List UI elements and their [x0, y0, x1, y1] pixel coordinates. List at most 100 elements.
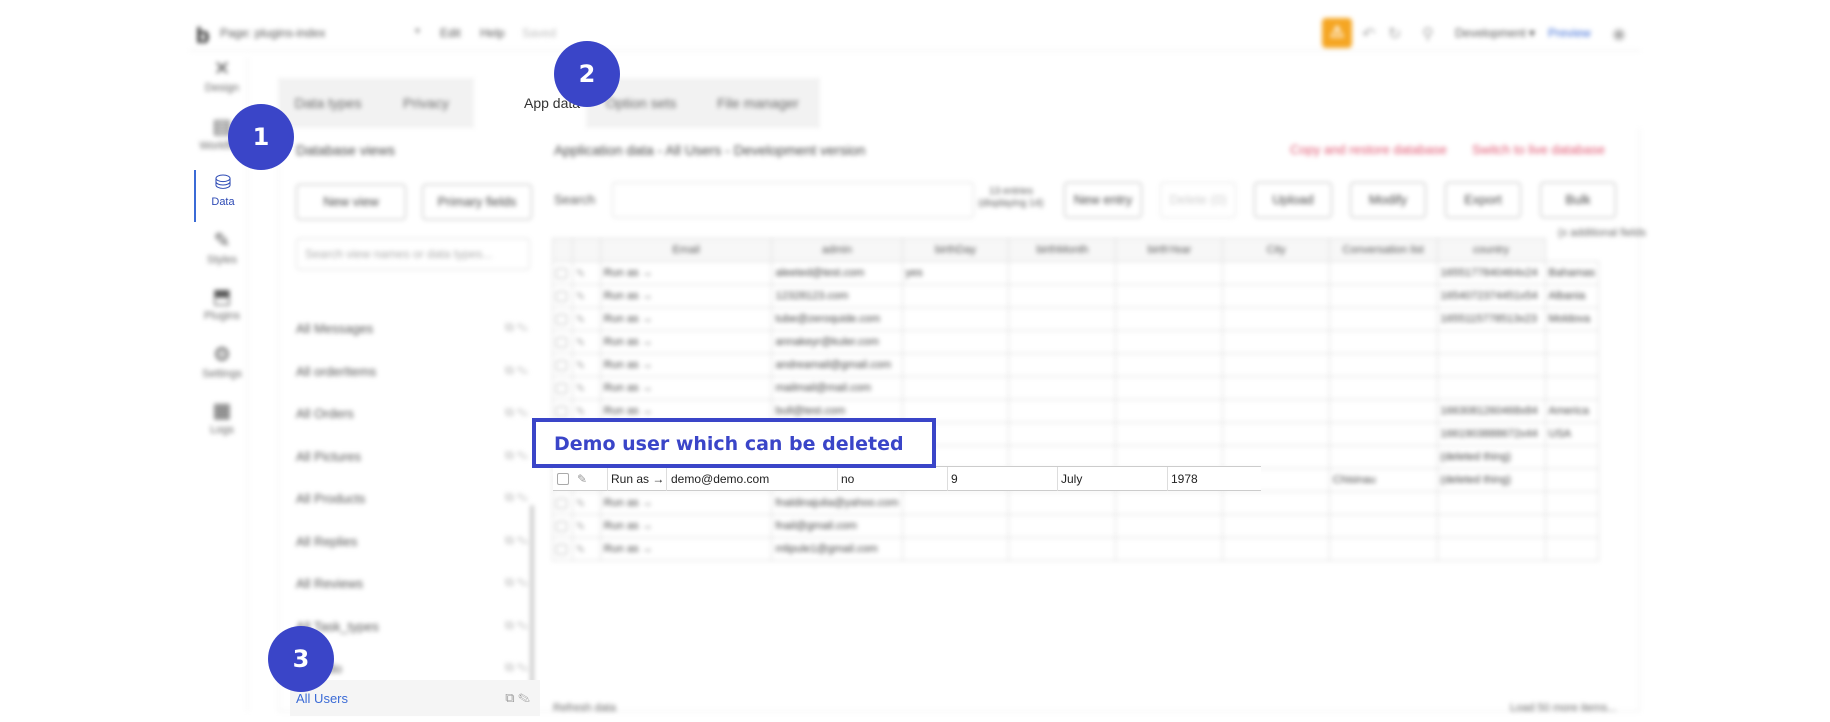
row-checkbox[interactable] [557, 473, 569, 485]
row-checkbox-cell[interactable] [552, 307, 573, 331]
modify-button[interactable]: Modify [1350, 182, 1426, 218]
page-selector[interactable]: Page: plugins-index ▾ [220, 26, 420, 40]
help-menu[interactable]: Help [480, 26, 505, 40]
redo-icon[interactable]: ↻ [1388, 24, 1401, 44]
run-as-link[interactable]: Run as → [599, 537, 773, 561]
edit-pencil-icon[interactable]: ✎ [576, 268, 585, 280]
new-view-button[interactable]: New view [296, 184, 406, 220]
row-checkbox[interactable] [556, 290, 567, 302]
copy-edit-icon[interactable]: ⧉ ✎ [505, 618, 528, 633]
row-checkbox-cell[interactable] [552, 330, 573, 354]
row-checkbox-cell[interactable] [552, 514, 573, 538]
column-header[interactable]: City [1222, 238, 1330, 262]
column-header[interactable]: country [1436, 238, 1546, 262]
copy-edit-icon[interactable]: ⧉ ✎ [505, 575, 528, 590]
nav-item-plugins[interactable]: ⬒ Plugins [194, 284, 250, 336]
edit-pencil-icon[interactable]: ✎ [576, 544, 585, 556]
row-edit-cell[interactable]: ✎ [571, 514, 601, 538]
column-header[interactable]: Conversation list [1328, 238, 1438, 262]
run-as-link[interactable]: Run as → [599, 491, 773, 515]
view-item[interactable]: All Messages ⧉ ✎ [296, 308, 532, 350]
tab-privacy[interactable]: Privacy [378, 78, 474, 128]
views-scrollbar[interactable] [530, 505, 534, 705]
table-row[interactable]: ✎ Run as → aleeted@test.com yes 165517784046… [552, 261, 1600, 285]
bulk-button[interactable]: Bulk [1540, 182, 1616, 218]
upgrade-button[interactable]: ⚠ [1322, 18, 1352, 48]
edit-pencil-icon[interactable]: ✎ [576, 406, 585, 418]
row-edit-cell[interactable]: ✎ [571, 537, 601, 561]
copy-edit-icon[interactable]: ⧉ ✎ [505, 363, 528, 378]
copy-edit-icon[interactable]: ⧉ ✎ [505, 533, 528, 548]
copy-edit-icon[interactable]: ⧉ ✎ [505, 320, 528, 335]
view-item[interactable]: All Reviews ⧉ ✎ [296, 563, 532, 605]
column-header[interactable]: Email [599, 238, 773, 262]
row-edit-cell[interactable]: ✎ [571, 284, 601, 308]
row-checkbox-cell[interactable] [552, 261, 573, 285]
row-edit-cell[interactable]: ✎ [571, 307, 601, 331]
run-as-link[interactable]: Run as → [599, 330, 773, 354]
edit-pencil-icon[interactable]: ✎ [576, 521, 585, 533]
row-checkbox-cell[interactable] [552, 491, 573, 515]
upload-button[interactable]: Upload [1254, 182, 1332, 218]
view-search-input[interactable]: Search view names or data types... [296, 238, 530, 270]
table-row[interactable]: ✎ Run as → mailmail@mail.com [552, 376, 1600, 400]
row-checkbox[interactable] [556, 336, 567, 348]
export-button[interactable]: Export [1445, 182, 1521, 218]
view-item[interactable]: All Pictures ⧉ ✎ [296, 436, 532, 478]
load-more-link[interactable]: Load 50 more items... [1510, 702, 1616, 714]
view-item[interactable]: All orderItems ⧉ ✎ [296, 351, 532, 393]
edit-pencil-icon[interactable]: ✎ [577, 472, 587, 486]
environment-select[interactable]: Development ▾ [1455, 26, 1535, 40]
table-row[interactable]: ✎ Run as → mlipule1@gmail.com [552, 537, 1600, 561]
all-users-item[interactable]: All Users ⧉ ✎ [290, 680, 540, 716]
tab-file-manager[interactable]: File manager [696, 78, 820, 128]
row-checkbox-cell[interactable] [552, 284, 573, 308]
copy-restore-link[interactable]: Copy and restore database [1290, 142, 1447, 157]
edit-pencil-icon[interactable]: ✎ [576, 337, 585, 349]
column-header[interactable] [552, 238, 573, 262]
primary-fields-button[interactable]: Primary fields [422, 184, 532, 220]
column-header[interactable]: birthMonth [1008, 238, 1117, 262]
row-checkbox[interactable] [556, 267, 567, 279]
demo-user-row[interactable]: ✎ Run as → demo@demo.com no 9 July 1978 [553, 466, 1261, 491]
row-checkbox[interactable] [556, 382, 567, 394]
edit-pencil-icon[interactable]: ✎ [576, 383, 585, 395]
run-as-link[interactable]: Run as → [599, 353, 773, 377]
switch-live-link[interactable]: Switch to live database [1472, 142, 1605, 157]
data-search-input[interactable] [612, 182, 974, 218]
copy-edit-icon[interactable]: ⧉ ✎ [505, 405, 528, 420]
account-icon[interactable]: ◉ [1612, 24, 1626, 44]
row-edit-cell[interactable]: ✎ [571, 491, 601, 515]
nav-item-settings[interactable]: ⚙ Settings [194, 342, 250, 394]
run-as-link[interactable]: Run as → [611, 472, 664, 486]
row-checkbox[interactable] [556, 405, 567, 417]
column-header[interactable]: birthYear [1115, 238, 1224, 262]
run-as-link[interactable]: Run as → [599, 284, 773, 308]
row-checkbox[interactable] [556, 497, 567, 509]
nav-item-styles[interactable]: ✎ Styles [194, 228, 250, 280]
row-edit-cell[interactable]: ✎ [571, 353, 601, 377]
row-edit-cell[interactable]: ✎ [571, 330, 601, 354]
edit-pencil-icon[interactable]: ✎ [576, 314, 585, 326]
run-as-link[interactable]: Run as → [599, 514, 773, 538]
row-checkbox[interactable] [556, 520, 567, 532]
copy-edit-icon[interactable]: ⧉ ✎ [505, 448, 528, 463]
row-checkbox[interactable] [556, 313, 567, 325]
row-checkbox[interactable] [556, 543, 567, 555]
nav-item-data[interactable]: ⛁ Data [194, 170, 250, 222]
view-item[interactable]: All Products ⧉ ✎ [296, 478, 532, 520]
row-checkbox-cell[interactable] [552, 537, 573, 561]
view-item[interactable]: All Replies ⧉ ✎ [296, 521, 532, 563]
run-as-link[interactable]: Run as → [599, 307, 773, 331]
column-header[interactable]: birthDay [901, 238, 1010, 262]
view-item[interactable]: All Orders ⧉ ✎ [296, 393, 532, 435]
tab-data-types[interactable]: Data types [278, 78, 378, 128]
table-row[interactable]: ✎ Run as → tube@zeroquide.com 1655115778513… [552, 307, 1600, 331]
edit-pencil-icon[interactable]: ✎ [576, 291, 585, 303]
table-row[interactable]: ✎ Run as → andreamail@gmail.com [552, 353, 1600, 377]
row-edit-cell[interactable]: ✎ [571, 261, 601, 285]
column-header[interactable] [571, 238, 601, 262]
row-edit-cell[interactable]: ✎ [571, 376, 601, 400]
row-checkbox-cell[interactable] [552, 353, 573, 377]
undo-icon[interactable]: ↶ [1362, 24, 1375, 44]
